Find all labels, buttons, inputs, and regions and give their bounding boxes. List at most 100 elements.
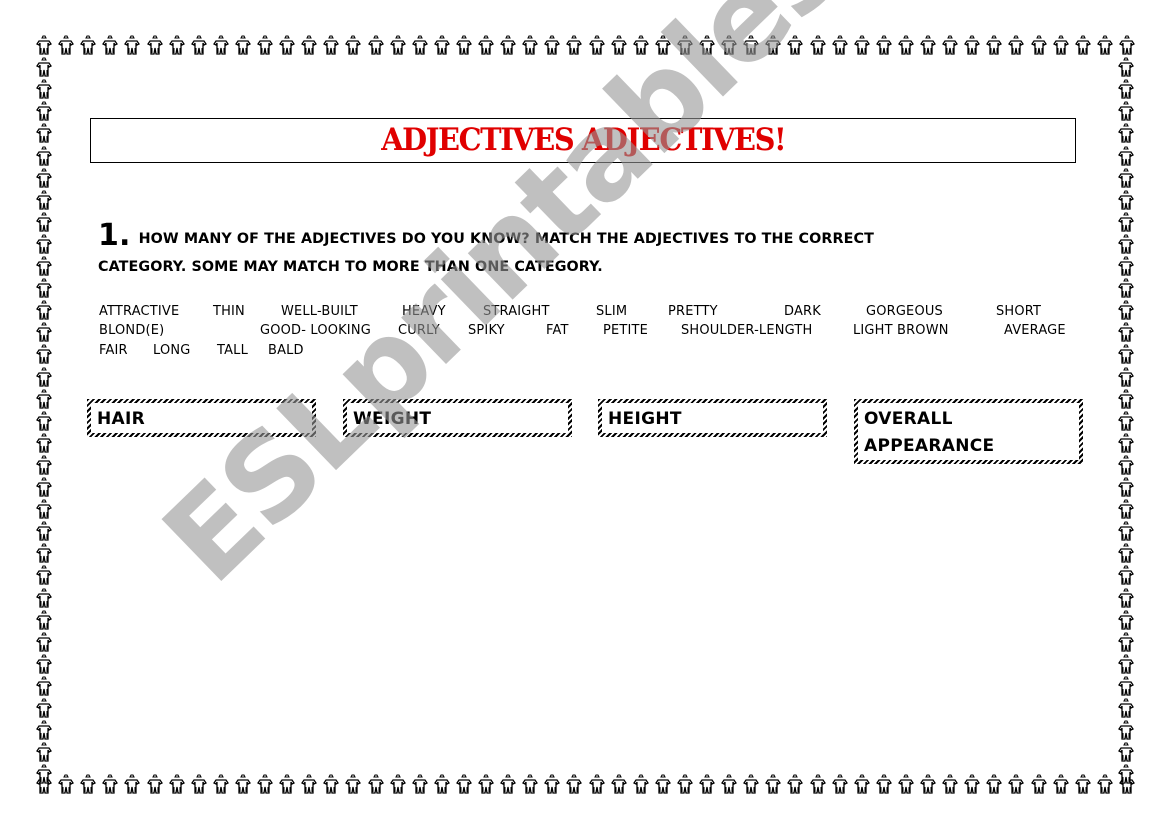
word-bank-item: BALD [268,342,304,358]
person-figure-icon [36,256,52,278]
category-box-weight[interactable]: WEIGHT [343,399,572,437]
person-figure-icon [1118,588,1134,610]
person-figure-icon [36,543,52,565]
category-label: HEIGHT [602,403,823,433]
word-bank-item: PRETTY [668,303,718,319]
person-figure-icon [699,774,715,796]
person-figure-icon [456,35,472,57]
word-bank-item: STRAIGHT [483,303,550,319]
word-bank-item: SHOULDER-LENGTH [681,322,813,338]
person-figure-icon [986,774,1002,796]
person-figure-icon [633,774,649,796]
person-figure-icon [810,774,826,796]
person-figure-icon [743,35,759,57]
person-figure-icon [942,35,958,57]
person-figure-icon [589,35,605,57]
person-figure-icon [787,35,803,57]
person-figure-icon [677,35,693,57]
person-figure-icon [434,774,450,796]
person-figure-icon [36,57,52,79]
person-figure-icon [1118,521,1134,543]
person-figure-icon [1031,35,1047,57]
person-figure-icon [36,565,52,587]
category-box-height[interactable]: HEIGHT [598,399,827,437]
person-figure-icon [1075,774,1091,796]
person-figure-icon [1118,101,1134,123]
person-figure-icon [213,35,229,57]
instructions-line-1: 1. HOW MANY OF THE ADJECTIVES DO YOU KNO… [98,221,1058,253]
person-figure-icon [1118,654,1134,676]
person-figure-icon [920,774,936,796]
person-figure-icon [655,35,671,57]
person-figure-icon [412,35,428,57]
person-figure-icon [1118,433,1134,455]
person-figure-icon [36,499,52,521]
person-figure-icon [36,632,52,654]
person-figure-icon [58,774,74,796]
person-figure-icon [1118,742,1134,764]
person-figure-icon [191,35,207,57]
person-figure-icon [478,35,494,57]
person-figure-icon [36,455,52,477]
person-figure-icon [36,720,52,742]
person-figure-icon [721,774,737,796]
person-figure-icon [1053,774,1069,796]
person-figure-icon [566,774,582,796]
person-figure-icon [1053,35,1069,57]
word-bank-item: SPIKY [468,322,505,338]
person-figure-icon [1008,35,1024,57]
person-figure-icon [169,35,185,57]
person-figure-icon [235,774,251,796]
category-label-line-2: APPEARANCE [864,436,995,456]
person-figure-icon [986,35,1002,57]
person-figure-icon [323,35,339,57]
person-figure-icon [257,774,273,796]
instructions: 1. HOW MANY OF THE ADJECTIVES DO YOU KNO… [98,221,1058,281]
person-figure-icon [36,322,52,344]
person-figure-icon [589,774,605,796]
person-figure-icon [1118,499,1134,521]
person-figure-icon [301,35,317,57]
person-figure-icon [124,774,140,796]
person-figure-icon [58,35,74,57]
person-figure-icon [102,774,118,796]
person-figure-icon [544,35,560,57]
person-figure-icon [854,35,870,57]
person-figure-icon [1118,676,1134,698]
person-figure-icon [279,35,295,57]
person-figure-icon [765,35,781,57]
person-figure-icon [1118,720,1134,742]
category-box-overall-appearance[interactable]: OVERALL APPEARANCE [854,399,1083,464]
person-figure-icon [1118,168,1134,190]
word-bank-item: GORGEOUS [866,303,943,319]
question-number: 1. [98,218,131,253]
person-figure-icon [500,35,516,57]
person-figure-icon [1118,565,1134,587]
word-bank-item: WELL-BUILT [281,303,358,319]
person-figure-icon [876,774,892,796]
person-figure-icon [1118,543,1134,565]
word-bank-item: FAT [546,322,569,338]
person-figure-icon [544,774,560,796]
category-box-hair[interactable]: HAIR [87,399,316,437]
person-figure-icon [478,774,494,796]
person-figure-icon [765,774,781,796]
person-figure-icon [1118,477,1134,499]
person-figure-icon [832,35,848,57]
person-figure-icon [36,764,52,786]
word-bank-item: LONG [153,342,191,358]
person-figure-icon [920,35,936,57]
word-bank-item: HEAVY [402,303,446,319]
person-figure-icon [1097,35,1113,57]
person-figure-icon [1118,234,1134,256]
person-figure-icon [898,774,914,796]
person-figure-icon [611,774,627,796]
word-bank-item: CURLY [398,322,440,338]
person-figure-icon [147,35,163,57]
person-figure-icon [102,35,118,57]
watermark: ESLprintables.com [137,0,1087,609]
person-figure-icon [522,774,538,796]
person-figure-icon [1097,774,1113,796]
worksheet-title: ADJECTIVES ADJECTIVES! [380,122,786,158]
person-figure-icon [235,35,251,57]
